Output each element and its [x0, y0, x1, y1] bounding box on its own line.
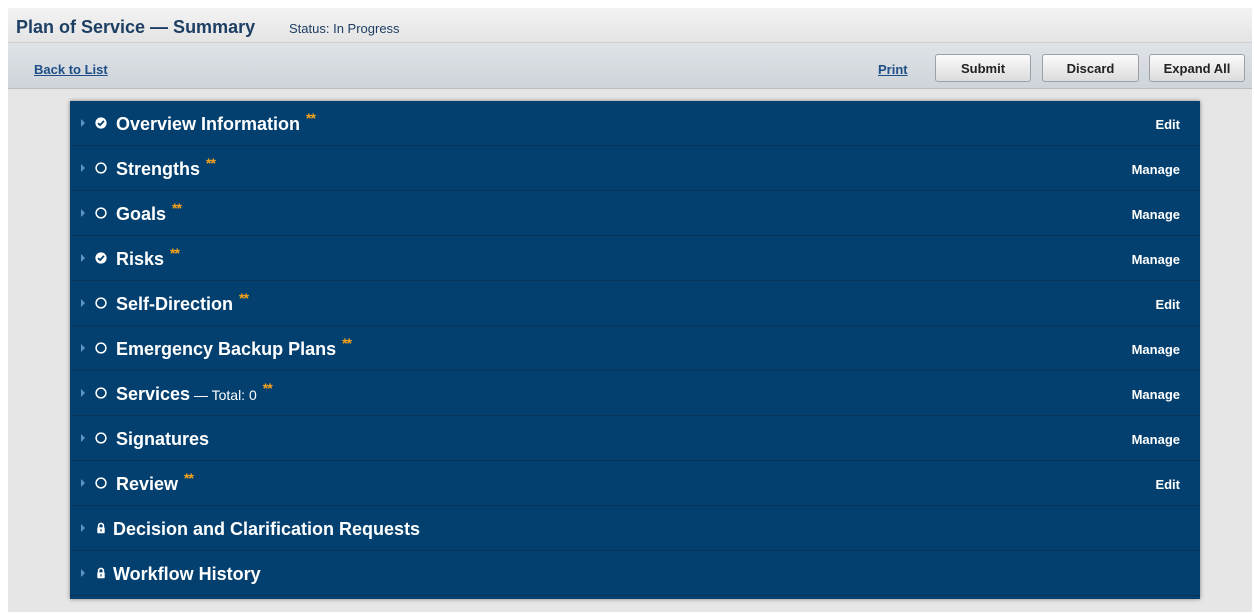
section-title: Signatures: [116, 429, 209, 450]
required-stars-marker: **: [306, 110, 316, 126]
section-action-edit[interactable]: Edit: [1155, 297, 1180, 312]
open-circle-icon: [95, 161, 107, 174]
section-row-10[interactable]: Workflow History: [70, 551, 1200, 596]
expand-arrow-icon[interactable]: [81, 569, 85, 577]
section-row-5[interactable]: Emergency Backup Plans ** Manage: [70, 326, 1200, 371]
check-circle-icon: [95, 116, 107, 129]
sections-panel: Overview Information ** Edit Strengths ** Man…: [70, 101, 1200, 599]
section-label: Review: [116, 474, 179, 494]
section-title: Emergency Backup Plans **: [116, 335, 352, 360]
expand-all-button[interactable]: Expand All: [1149, 54, 1245, 82]
open-circle-icon: [95, 431, 107, 444]
section-title: Goals **: [116, 200, 182, 225]
section-row-4[interactable]: Self-Direction ** Edit: [70, 281, 1200, 326]
section-action-manage[interactable]: Manage: [1132, 432, 1180, 447]
expand-arrow-icon[interactable]: [81, 164, 85, 172]
section-title: Self-Direction **: [116, 290, 249, 315]
submit-button[interactable]: Submit: [935, 54, 1031, 82]
section-action-manage[interactable]: Manage: [1132, 207, 1180, 222]
required-stars-marker: **: [262, 380, 273, 396]
lock-icon: [95, 521, 107, 534]
expand-arrow-icon[interactable]: [81, 479, 85, 487]
expand-arrow-icon[interactable]: [81, 254, 85, 262]
page-title: Plan of Service — Summary: [16, 17, 256, 37]
section-row-6[interactable]: Services — Total: 0 ** Manage: [70, 371, 1200, 416]
open-circle-icon: [95, 476, 107, 489]
required-stars-marker: **: [206, 155, 216, 171]
section-label: Emergency Backup Plans: [116, 339, 337, 359]
section-title: Overview Information **: [116, 110, 316, 135]
section-row-1[interactable]: Strengths ** Manage: [70, 146, 1200, 191]
section-row-8[interactable]: Review ** Edit: [70, 461, 1200, 506]
expand-arrow-icon[interactable]: [81, 344, 85, 352]
print-link[interactable]: Print: [878, 62, 908, 77]
back-to-list-link[interactable]: Back to List: [34, 62, 108, 77]
required-stars-marker: **: [170, 245, 180, 261]
section-action-manage[interactable]: Manage: [1132, 387, 1180, 402]
expand-arrow-icon[interactable]: [81, 389, 85, 397]
required-stars-marker: **: [172, 200, 182, 216]
section-title: Services — Total: 0 **: [116, 380, 273, 405]
expand-arrow-icon[interactable]: [81, 119, 85, 127]
section-label: Risks: [116, 249, 165, 269]
section-label: Decision and Clarification Requests: [113, 519, 421, 539]
expand-arrow-icon[interactable]: [81, 209, 85, 217]
expand-arrow-icon[interactable]: [81, 524, 85, 532]
section-title: Review **: [116, 470, 194, 495]
section-action-manage[interactable]: Manage: [1132, 252, 1180, 267]
open-circle-icon: [95, 341, 107, 354]
section-row-3[interactable]: Risks ** Manage: [70, 236, 1200, 281]
expand-arrow-icon[interactable]: [81, 434, 85, 442]
expand-arrow-icon[interactable]: [81, 299, 85, 307]
section-action-edit[interactable]: Edit: [1155, 117, 1180, 132]
section-title: Decision and Clarification Requests: [113, 519, 420, 540]
section-title: Strengths **: [116, 155, 216, 180]
open-circle-icon: [95, 386, 107, 399]
section-label: Goals: [116, 204, 167, 224]
required-stars-marker: **: [342, 335, 352, 351]
section-title: Workflow History: [113, 564, 261, 585]
section-row-7[interactable]: Signatures Manage: [70, 416, 1200, 461]
section-label: Overview Information: [116, 114, 301, 134]
page-frame: Plan of Service — Summary Status: In Pro…: [8, 8, 1252, 612]
section-title: Risks **: [116, 245, 180, 270]
section-label: Signatures: [116, 429, 210, 449]
section-label: Services: [116, 384, 191, 404]
open-circle-icon: [95, 206, 107, 219]
section-label: Workflow History: [113, 564, 261, 584]
check-circle-icon: [95, 251, 107, 264]
required-stars-marker: **: [184, 470, 194, 486]
section-row-2[interactable]: Goals ** Manage: [70, 191, 1200, 236]
status-text: Status: In Progress: [289, 21, 400, 36]
section-row-9[interactable]: Decision and Clarification Requests: [70, 506, 1200, 551]
toolbar: Back to List Print Submit Discard Expand…: [8, 43, 1252, 89]
open-circle-icon: [95, 296, 107, 309]
lock-icon: [95, 566, 107, 579]
section-subtitle: — Total: 0: [190, 387, 257, 403]
section-row-0[interactable]: Overview Information ** Edit: [70, 101, 1200, 146]
section-action-manage[interactable]: Manage: [1132, 342, 1180, 357]
discard-button[interactable]: Discard: [1042, 54, 1139, 82]
section-action-manage[interactable]: Manage: [1132, 162, 1180, 177]
section-label: Self-Direction: [116, 294, 234, 314]
section-label: Strengths: [116, 159, 201, 179]
title-bar: Plan of Service — Summary Status: In Pro…: [8, 8, 1252, 43]
section-action-edit[interactable]: Edit: [1155, 477, 1180, 492]
required-stars-marker: **: [239, 290, 249, 306]
